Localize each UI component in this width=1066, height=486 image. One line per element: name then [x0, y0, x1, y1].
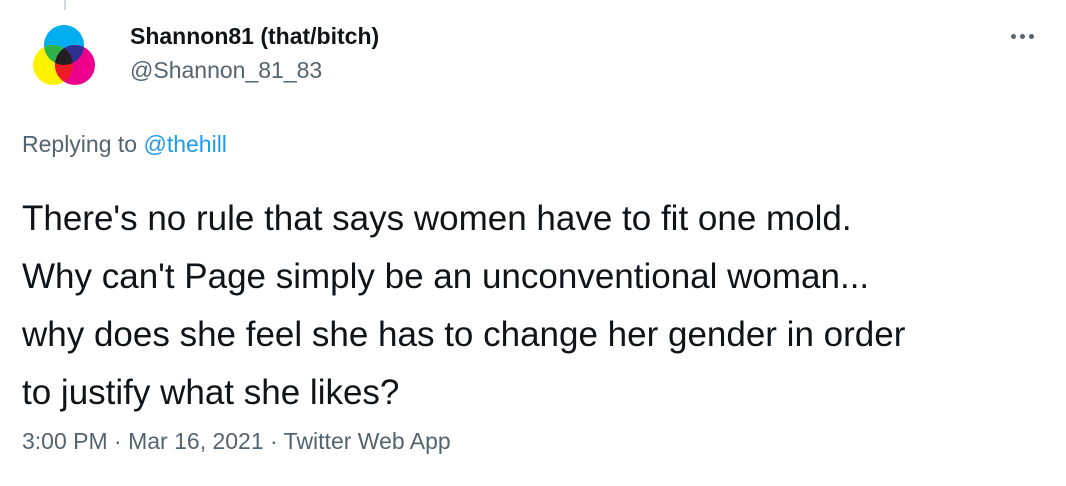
user-handle[interactable]: @Shannon_81_83	[130, 56, 379, 84]
tweet-metadata: 3:00 PM · Mar 16, 2021 · Twitter Web App	[22, 427, 451, 455]
reply-context: Replying to @thehill	[22, 130, 227, 158]
meta-separator: ·	[263, 428, 284, 454]
user-info: Shannon81 (that/bitch) @Shannon_81_83	[130, 22, 379, 84]
avatar[interactable]	[22, 14, 106, 98]
more-dots-icon	[1010, 33, 1016, 39]
more-dots-icon	[1019, 33, 1025, 39]
thread-connector-line	[64, 0, 66, 10]
more-dots-icon	[1028, 33, 1034, 39]
tweet-card: Shannon81 (that/bitch) @Shannon_81_83 Re…	[0, 0, 1066, 486]
reply-prefix: Replying to	[22, 131, 144, 157]
cmyk-overlapping-circles-avatar-icon	[22, 14, 106, 98]
meta-separator: ·	[107, 428, 129, 454]
tweet-date[interactable]: Mar 16, 2021	[128, 428, 264, 454]
tweet-text: There's no rule that says women have to …	[22, 199, 906, 412]
display-name[interactable]: Shannon81 (that/bitch)	[130, 22, 379, 50]
tweet-source[interactable]: Twitter Web App	[284, 428, 451, 454]
tweet-time[interactable]: 3:00 PM	[22, 428, 108, 454]
more-options-button[interactable]	[1000, 24, 1044, 48]
reply-mention-link[interactable]: @thehill	[143, 131, 226, 157]
